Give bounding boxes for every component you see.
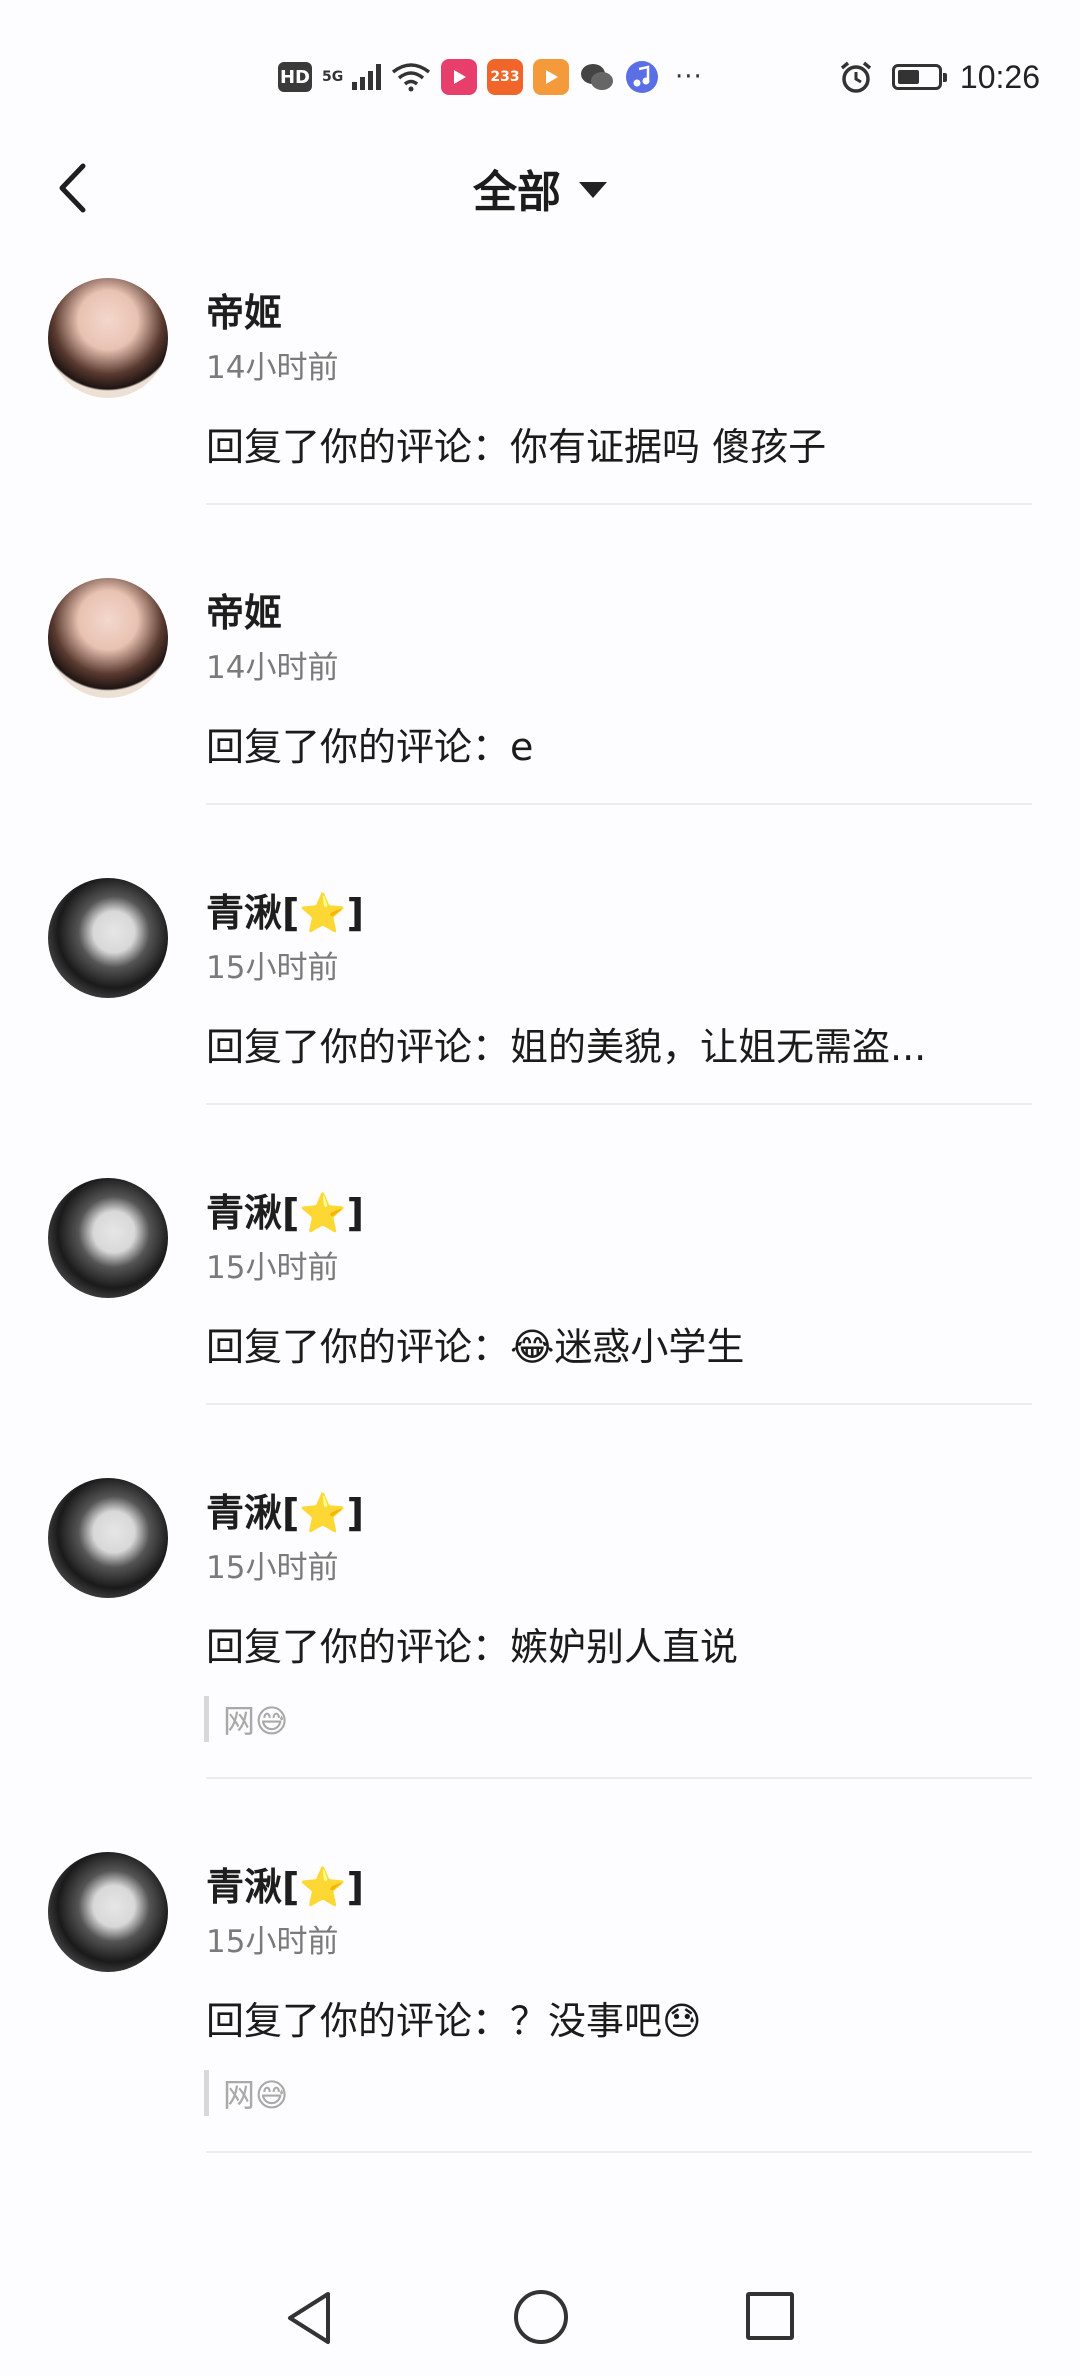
timestamp: 15小时前 — [206, 950, 339, 986]
reply-text: 回复了你的评论：？没事吧😓 — [206, 1999, 702, 2043]
status-icons-right: 10:26 — [838, 52, 1040, 102]
network-type-label: 5G — [322, 69, 344, 85]
username[interactable]: 青湫[⭐] — [206, 1482, 364, 1537]
page-title: 全部 — [473, 167, 561, 218]
username[interactable]: 青湫[⭐] — [206, 1182, 364, 1237]
alarm-icon — [840, 61, 872, 93]
avatar[interactable] — [48, 878, 168, 998]
divider — [206, 503, 1032, 505]
player-app-icon — [533, 59, 569, 95]
divider — [206, 2151, 1032, 2153]
quoted-comment[interactable]: 网😅 — [204, 2070, 288, 2116]
avatar[interactable] — [48, 278, 168, 398]
signal-strength-icon — [352, 64, 381, 90]
avatar[interactable] — [48, 1478, 168, 1598]
list-item[interactable]: 青湫[⭐] 15小时前 回复了你的评论：嫉妒别人直说 网😅 — [0, 1470, 1080, 1844]
wifi-icon — [391, 63, 431, 92]
username[interactable]: 青湫[⭐] — [206, 882, 364, 937]
list-item[interactable]: 帝姬 14小时前 回复了你的评论：你有证据吗 傻孩子 — [0, 270, 1080, 570]
list-item[interactable]: 青湫[⭐] 15小时前 回复了你的评论：姐的美貌，让姐无需盗... — [0, 870, 1080, 1170]
reply-text: 回复了你的评论：😂迷惑小学生 — [206, 1325, 745, 1369]
divider — [206, 1777, 1032, 1779]
avatar[interactable] — [48, 578, 168, 698]
quoted-comment[interactable]: 网😅 — [204, 1696, 288, 1742]
music-app-icon — [626, 61, 658, 93]
wechat-icon — [581, 64, 613, 90]
avatar[interactable] — [48, 1852, 168, 1972]
nav-back-icon[interactable] — [282, 2290, 338, 2346]
username[interactable]: 帝姬 — [206, 582, 282, 637]
clock: 10:26 — [959, 58, 1040, 95]
battery-level-fill — [897, 70, 919, 84]
divider — [206, 803, 1032, 805]
filter-dropdown[interactable]: 全部 — [0, 155, 1080, 221]
timestamp: 15小时前 — [206, 1550, 339, 1586]
reply-text: 回复了你的评论：e — [206, 725, 534, 769]
hd-voice-icon: HD — [278, 62, 312, 92]
username[interactable]: 帝姬 — [206, 282, 282, 337]
more-notifications-icon: ··· — [675, 62, 703, 92]
video-app-icon — [441, 59, 477, 95]
list-item[interactable]: 帝姬 14小时前 回复了你的评论：e — [0, 570, 1080, 870]
nav-home-icon[interactable] — [514, 2290, 568, 2344]
avatar[interactable] — [48, 1178, 168, 1298]
list-item[interactable]: 青湫[⭐] 15小时前 回复了你的评论：？没事吧😓 网😅 — [0, 1844, 1080, 2218]
reply-text: 回复了你的评论：你有证据吗 傻孩子 — [206, 425, 827, 469]
battery-icon — [891, 64, 947, 90]
reply-text: 回复了你的评论：嫉妒别人直说 — [206, 1625, 739, 1669]
status-icons-left: HD 5G 233 ··· — [278, 52, 703, 102]
caret-down-icon — [579, 182, 607, 198]
nav-recents-icon[interactable] — [746, 2292, 794, 2340]
username[interactable]: 青湫[⭐] — [206, 1856, 364, 1911]
divider — [206, 1403, 1032, 1405]
status-bar: HD 5G 233 ··· 10:26 — [0, 0, 1080, 150]
app-233-icon: 233 — [487, 59, 523, 95]
timestamp: 14小时前 — [206, 350, 339, 386]
timestamp: 15小时前 — [206, 1924, 339, 1960]
timestamp: 14小时前 — [206, 650, 339, 686]
list-item[interactable]: 青湫[⭐] 15小时前 回复了你的评论：😂迷惑小学生 — [0, 1170, 1080, 1470]
timestamp: 15小时前 — [206, 1250, 339, 1286]
reply-text: 回复了你的评论：姐的美貌，让姐无需盗... — [206, 1025, 927, 1069]
divider — [206, 1103, 1032, 1105]
